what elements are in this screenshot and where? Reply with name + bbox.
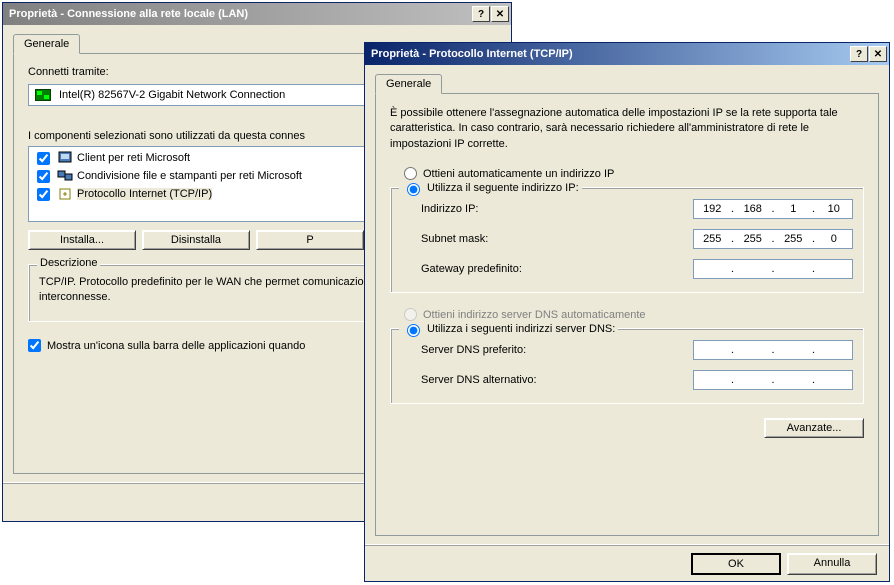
ok-button[interactable]: OK [691, 553, 781, 575]
dns-alternate-input[interactable]: . . . [693, 370, 853, 390]
uninstall-button[interactable]: Disinstalla [142, 230, 250, 250]
close-button[interactable]: ✕ [869, 46, 887, 62]
radio-dns-manual[interactable] [407, 324, 420, 337]
radio-ip-auto[interactable] [404, 167, 417, 180]
ip-octet[interactable] [694, 373, 731, 387]
dns-alternate-label: Server DNS alternativo: [401, 374, 693, 386]
ip-octet[interactable] [816, 343, 853, 357]
help-button[interactable]: ? [850, 46, 868, 62]
ip-octet[interactable] [816, 202, 853, 216]
close-button[interactable]: ✕ [491, 6, 509, 22]
ip-octet[interactable] [735, 373, 772, 387]
dns-preferred-label: Server DNS preferito: [401, 344, 693, 356]
ip-octet[interactable] [694, 262, 731, 276]
share-icon [57, 168, 73, 184]
subnet-mask-label: Subnet mask: [401, 233, 693, 245]
component-label: Client per reti Microsoft [77, 152, 190, 164]
subnet-mask-input[interactable]: . . . [693, 229, 853, 249]
tcpip-properties-window: Proprietà - Protocollo Internet (TCP/IP)… [364, 42, 890, 582]
close-icon: ✕ [496, 9, 504, 20]
ip-octet[interactable] [694, 343, 731, 357]
radio-ip-manual-legend[interactable]: Utilizza il seguente indirizzo IP: [399, 180, 582, 196]
ip-octet[interactable] [775, 373, 812, 387]
network-adapter-icon [35, 89, 51, 101]
protocol-icon [57, 186, 73, 202]
ip-octet[interactable] [735, 343, 772, 357]
window-title: Proprietà - Protocollo Internet (TCP/IP) [371, 48, 850, 60]
radio-dns-auto [404, 308, 417, 321]
cancel-button[interactable]: Annulla [787, 553, 877, 575]
ip-octet[interactable] [694, 232, 731, 246]
advanced-button[interactable]: Avanzate... [764, 418, 864, 438]
ip-octet[interactable] [816, 262, 853, 276]
ip-octet[interactable] [775, 232, 812, 246]
gateway-label: Gateway predefinito: [401, 263, 693, 275]
radio-ip-manual[interactable] [407, 183, 420, 196]
ip-octet[interactable] [816, 232, 853, 246]
ip-octet[interactable] [775, 262, 812, 276]
ip-octet[interactable] [735, 232, 772, 246]
client-icon [57, 150, 73, 166]
tabstrip: Generale [375, 73, 879, 94]
radio-label: Utilizza i seguenti indirizzi server DNS… [427, 323, 615, 335]
component-label: Condivisione file e stampanti per reti M… [77, 170, 302, 182]
ip-octet[interactable] [735, 202, 772, 216]
component-checkbox[interactable] [37, 152, 50, 165]
help-icon: ? [478, 9, 484, 20]
titlebar-active: Proprietà - Protocollo Internet (TCP/IP)… [365, 43, 889, 65]
properties-button[interactable]: P [256, 230, 364, 250]
ip-octet[interactable] [735, 262, 772, 276]
component-checkbox[interactable] [37, 188, 50, 201]
adapter-name: Intel(R) 82567V-2 Gigabit Network Connec… [59, 89, 285, 101]
ip-octet[interactable] [816, 373, 853, 387]
gateway-input[interactable]: . . . [693, 259, 853, 279]
ip-octet[interactable] [775, 202, 812, 216]
help-button[interactable]: ? [472, 6, 490, 22]
info-text: È possibile ottenere l'assegnazione auto… [390, 106, 864, 152]
radio-dns-manual-legend[interactable]: Utilizza i seguenti indirizzi server DNS… [399, 321, 618, 337]
dns-preferred-input[interactable]: . . . [693, 340, 853, 360]
radio-label: Ottieni automaticamente un indirizzo IP [423, 168, 614, 180]
help-icon: ? [856, 49, 862, 60]
ip-address-input[interactable]: . . . [693, 199, 853, 219]
show-icon-label: Mostra un'icona sulla barra delle applic… [47, 340, 305, 352]
close-icon: ✕ [874, 49, 882, 60]
show-icon-checkbox[interactable] [28, 339, 41, 352]
ip-octet[interactable] [775, 343, 812, 357]
ip-octet[interactable] [694, 202, 731, 216]
install-button[interactable]: Installa... [28, 230, 136, 250]
tab-general[interactable]: Generale [13, 34, 80, 54]
titlebar-inactive: Proprietà - Connessione alla rete locale… [3, 3, 511, 25]
description-legend: Descrizione [37, 257, 100, 269]
window-title: Proprietà - Connessione alla rete locale… [9, 8, 472, 20]
component-label: Protocollo Internet (TCP/IP) [77, 188, 212, 200]
tab-general[interactable]: Generale [375, 74, 442, 94]
ip-address-label: Indirizzo IP: [401, 203, 693, 215]
radio-label: Utilizza il seguente indirizzo IP: [427, 182, 579, 194]
radio-label: Ottieni indirizzo server DNS automaticam… [423, 309, 646, 321]
component-checkbox[interactable] [37, 170, 50, 183]
